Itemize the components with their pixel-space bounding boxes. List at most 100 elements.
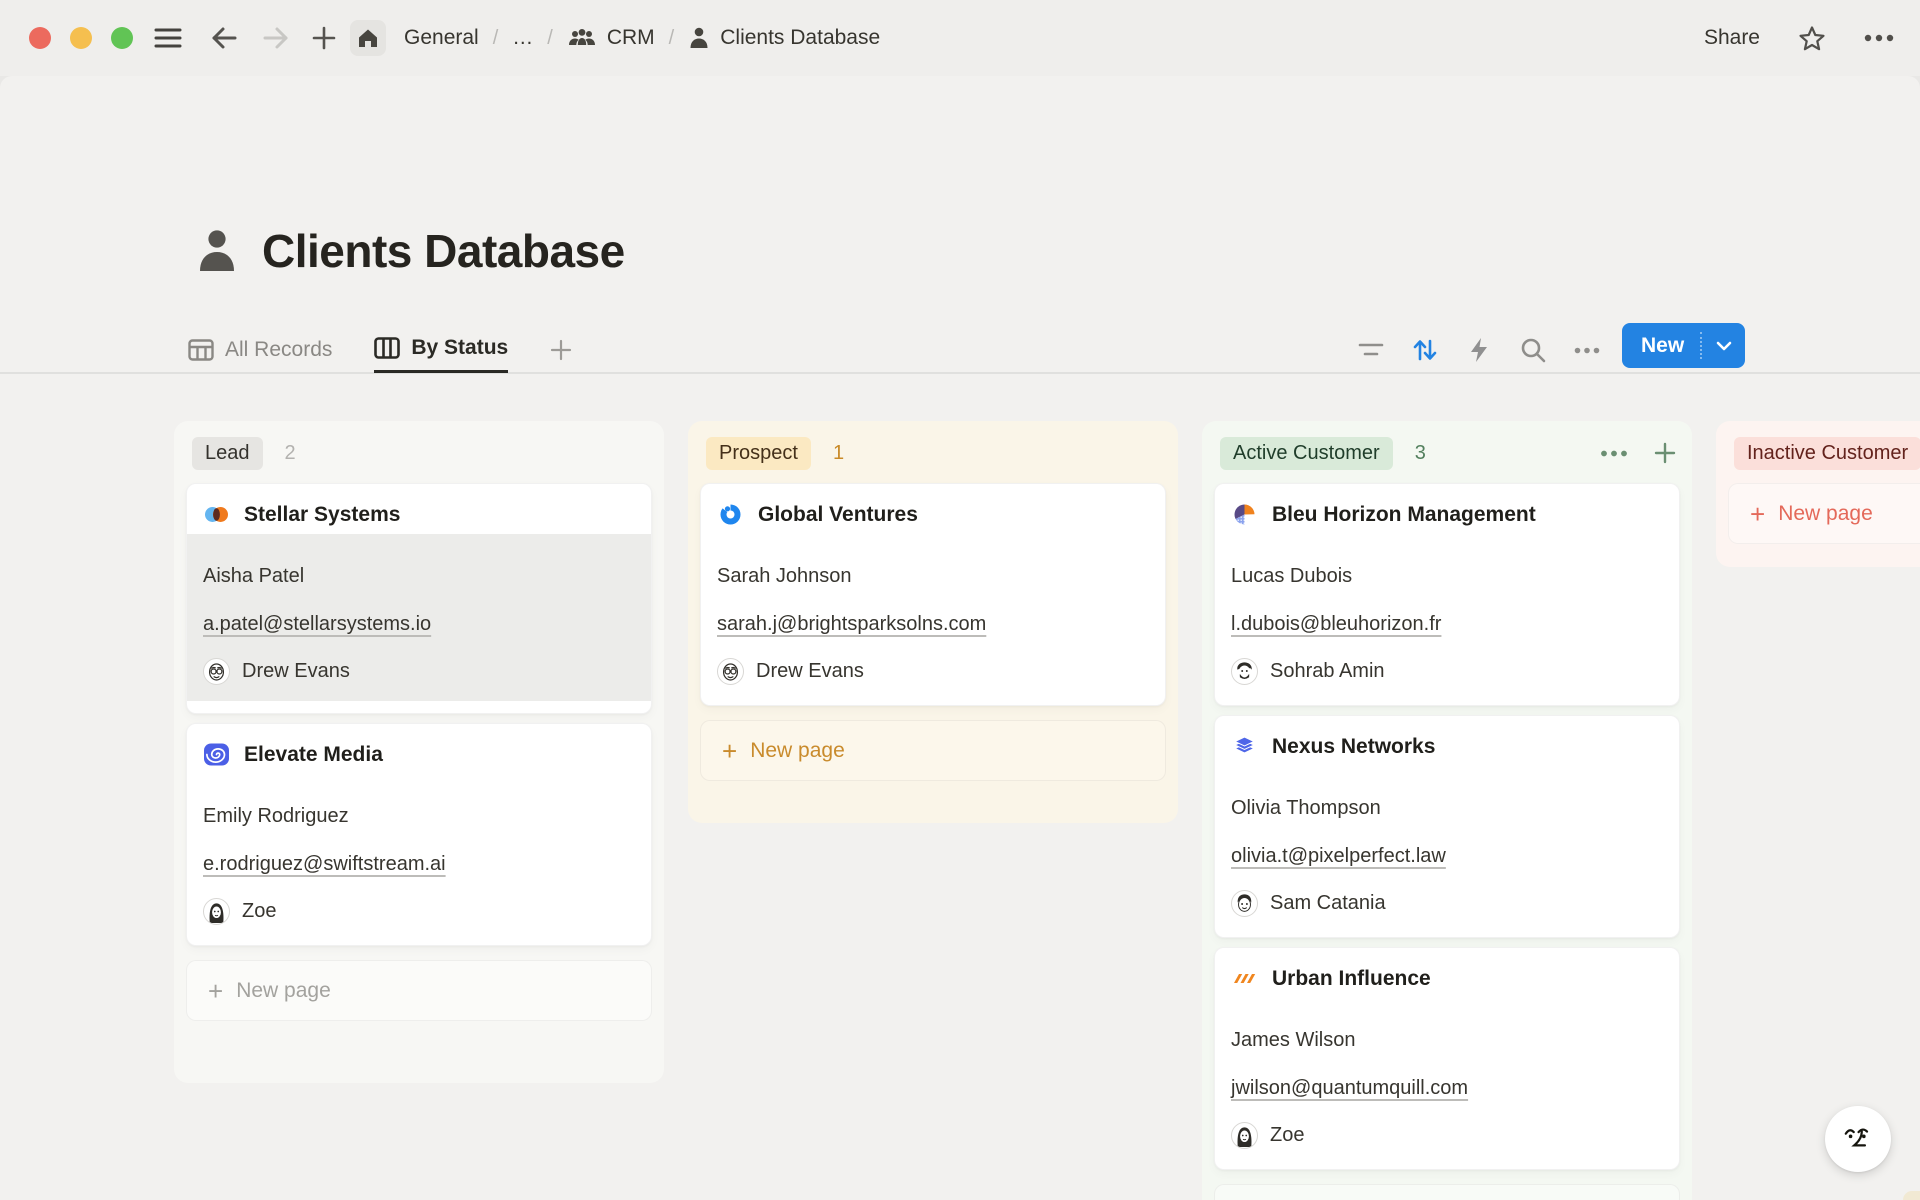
sort-arrows-icon <box>1412 337 1438 363</box>
table-icon <box>188 339 214 361</box>
column-count: 3 <box>1415 442 1426 465</box>
breadcrumb-item-crm[interactable]: CRM <box>567 26 655 50</box>
status-badge[interactable]: Inactive Customer <box>1734 437 1920 470</box>
plus-icon <box>550 339 572 361</box>
view-tabs: All Records By Status <box>188 326 572 373</box>
ring-logo-icon <box>717 501 744 528</box>
spiral-logo-icon <box>203 741 230 768</box>
avatar-zoe <box>203 898 230 925</box>
status-badge[interactable]: Lead <box>192 437 263 470</box>
breadcrumb-label: CRM <box>607 26 655 50</box>
avatar-sam-catania <box>1231 890 1258 917</box>
home-button[interactable] <box>350 20 386 56</box>
column-count: 2 <box>285 442 296 465</box>
card-urban-influence[interactable]: Urban Influence James Wilson jwilson@qua… <box>1214 947 1680 1170</box>
search-button[interactable] <box>1514 332 1551 369</box>
arrow-right-icon <box>262 26 290 50</box>
email-link[interactable]: jwilson@quantumquill.com <box>1231 1076 1663 1100</box>
breadcrumb-item-general[interactable]: General <box>404 26 479 50</box>
automations-button[interactable] <box>1460 332 1497 369</box>
plus-icon <box>312 26 336 50</box>
column-options-button[interactable] <box>1600 450 1628 457</box>
email-link[interactable]: l.dubois@bleuhorizon.fr <box>1231 612 1663 636</box>
lightning-icon <box>1469 337 1489 363</box>
minimize-window-button[interactable] <box>70 27 92 49</box>
card-title: Stellar Systems <box>244 503 400 527</box>
contact-name: Emily Rodriguez <box>203 804 635 828</box>
new-page-label: New page <box>750 739 845 763</box>
breadcrumb-label: Clients Database <box>720 26 880 50</box>
more-options-button[interactable] <box>1864 34 1894 42</box>
new-page-label: New page <box>236 979 331 1003</box>
email-link[interactable]: e.rodriguez@swiftstream.ai <box>203 852 635 876</box>
card-nexus-networks[interactable]: Nexus Networks Olivia Thompson olivia.t@… <box>1214 715 1680 938</box>
avatar-drew-evans <box>717 658 744 685</box>
window-titlebar: General / … / CRM / Clients Database Sha… <box>0 0 1920 76</box>
email-link[interactable]: sarah.j@brightsparksolns.com <box>717 612 1149 636</box>
card-elevate-media[interactable]: Elevate Media Emily Rodriguez e.rodrigue… <box>186 723 652 946</box>
sort-button[interactable] <box>1406 332 1443 369</box>
board-icon <box>374 337 400 359</box>
plus-icon: + <box>1750 504 1765 524</box>
card-global-ventures[interactable]: Global Ventures Sarah Johnson sarah.j@br… <box>700 483 1166 706</box>
page-icon-person[interactable] <box>194 227 240 275</box>
new-record-button[interactable]: New <box>1622 323 1745 368</box>
owner-name: Sam Catania <box>1270 892 1386 915</box>
new-page-button-lead[interactable]: + New page <box>186 960 652 1021</box>
contact-name: Lucas Dubois <box>1231 564 1663 588</box>
breadcrumb: General / … / CRM / Clients Database <box>404 0 880 76</box>
avatar-zoe <box>1231 1122 1258 1149</box>
card-stellar-systems[interactable]: Stellar Systems Aisha Patel a.patel@stel… <box>186 483 652 714</box>
email-link[interactable]: olivia.t@pixelperfect.law <box>1231 844 1663 868</box>
ai-assistant-button[interactable] <box>1825 1106 1891 1172</box>
sidebar-menu-button[interactable] <box>150 20 186 56</box>
breadcrumb-item-ellipsis[interactable]: … <box>512 26 533 50</box>
contact-name: Olivia Thompson <box>1231 796 1663 820</box>
contact-name: James Wilson <box>1231 1028 1663 1052</box>
column-header[interactable]: Prospect 1 <box>700 431 1166 475</box>
breadcrumb-separator: / <box>493 27 499 50</box>
tab-all-records[interactable]: All Records <box>188 326 332 373</box>
filter-icon <box>1358 342 1384 358</box>
new-tab-button[interactable] <box>306 20 342 56</box>
board-column-lead: Lead 2 Stellar Systems Aisha Patel a.pat… <box>174 421 664 1083</box>
home-icon <box>356 26 380 50</box>
forward-button[interactable] <box>258 20 294 56</box>
new-page-button-inactive[interactable]: + New page <box>1728 483 1920 544</box>
favorite-star-button[interactable] <box>1798 25 1826 52</box>
new-page-button-prospect[interactable]: + New page <box>700 720 1166 781</box>
tabs-divider <box>0 372 1920 374</box>
status-badge[interactable]: Active Customer <box>1220 437 1393 470</box>
peek-panel-corner <box>1903 1191 1920 1200</box>
people-icon <box>567 27 597 49</box>
add-view-button[interactable] <box>550 326 572 373</box>
status-badge[interactable]: Prospect <box>706 437 811 470</box>
share-button[interactable]: Share <box>1704 26 1760 50</box>
close-window-button[interactable] <box>29 27 51 49</box>
new-button-dropdown[interactable] <box>1702 341 1745 351</box>
card-bleu-horizon-management[interactable]: Bleu Horizon Management Lucas Dubois l.d… <box>1214 483 1680 706</box>
card-title: Bleu Horizon Management <box>1272 503 1536 527</box>
breadcrumb-item-clients-database[interactable]: Clients Database <box>688 26 880 50</box>
column-add-card-button[interactable] <box>1654 442 1676 464</box>
view-options-button[interactable] <box>1568 332 1605 369</box>
column-header[interactable]: Lead 2 <box>186 431 652 475</box>
back-button[interactable] <box>206 20 242 56</box>
card-title: Elevate Media <box>244 743 383 767</box>
avatar-sohrab-amin <box>1231 658 1258 685</box>
column-header[interactable]: Active Customer 3 <box>1214 431 1680 475</box>
filter-button[interactable] <box>1352 332 1389 369</box>
tab-by-status[interactable]: By Status <box>374 326 508 373</box>
avatar-drew-evans <box>203 658 230 685</box>
owner-name: Sohrab Amin <box>1270 660 1385 683</box>
plus-icon: + <box>722 741 737 761</box>
arrow-left-icon <box>210 26 238 50</box>
column-header[interactable]: Inactive Customer <box>1728 431 1920 475</box>
new-button-label: New <box>1622 334 1684 358</box>
stack-logo-icon <box>1231 733 1258 760</box>
new-page-button-active[interactable]: + New page <box>1214 1184 1680 1200</box>
email-link[interactable]: a.patel@stellarsystems.io <box>203 612 635 636</box>
zoom-window-button[interactable] <box>111 27 133 49</box>
hamburger-icon <box>154 27 182 49</box>
page-title[interactable]: Clients Database <box>262 224 625 278</box>
